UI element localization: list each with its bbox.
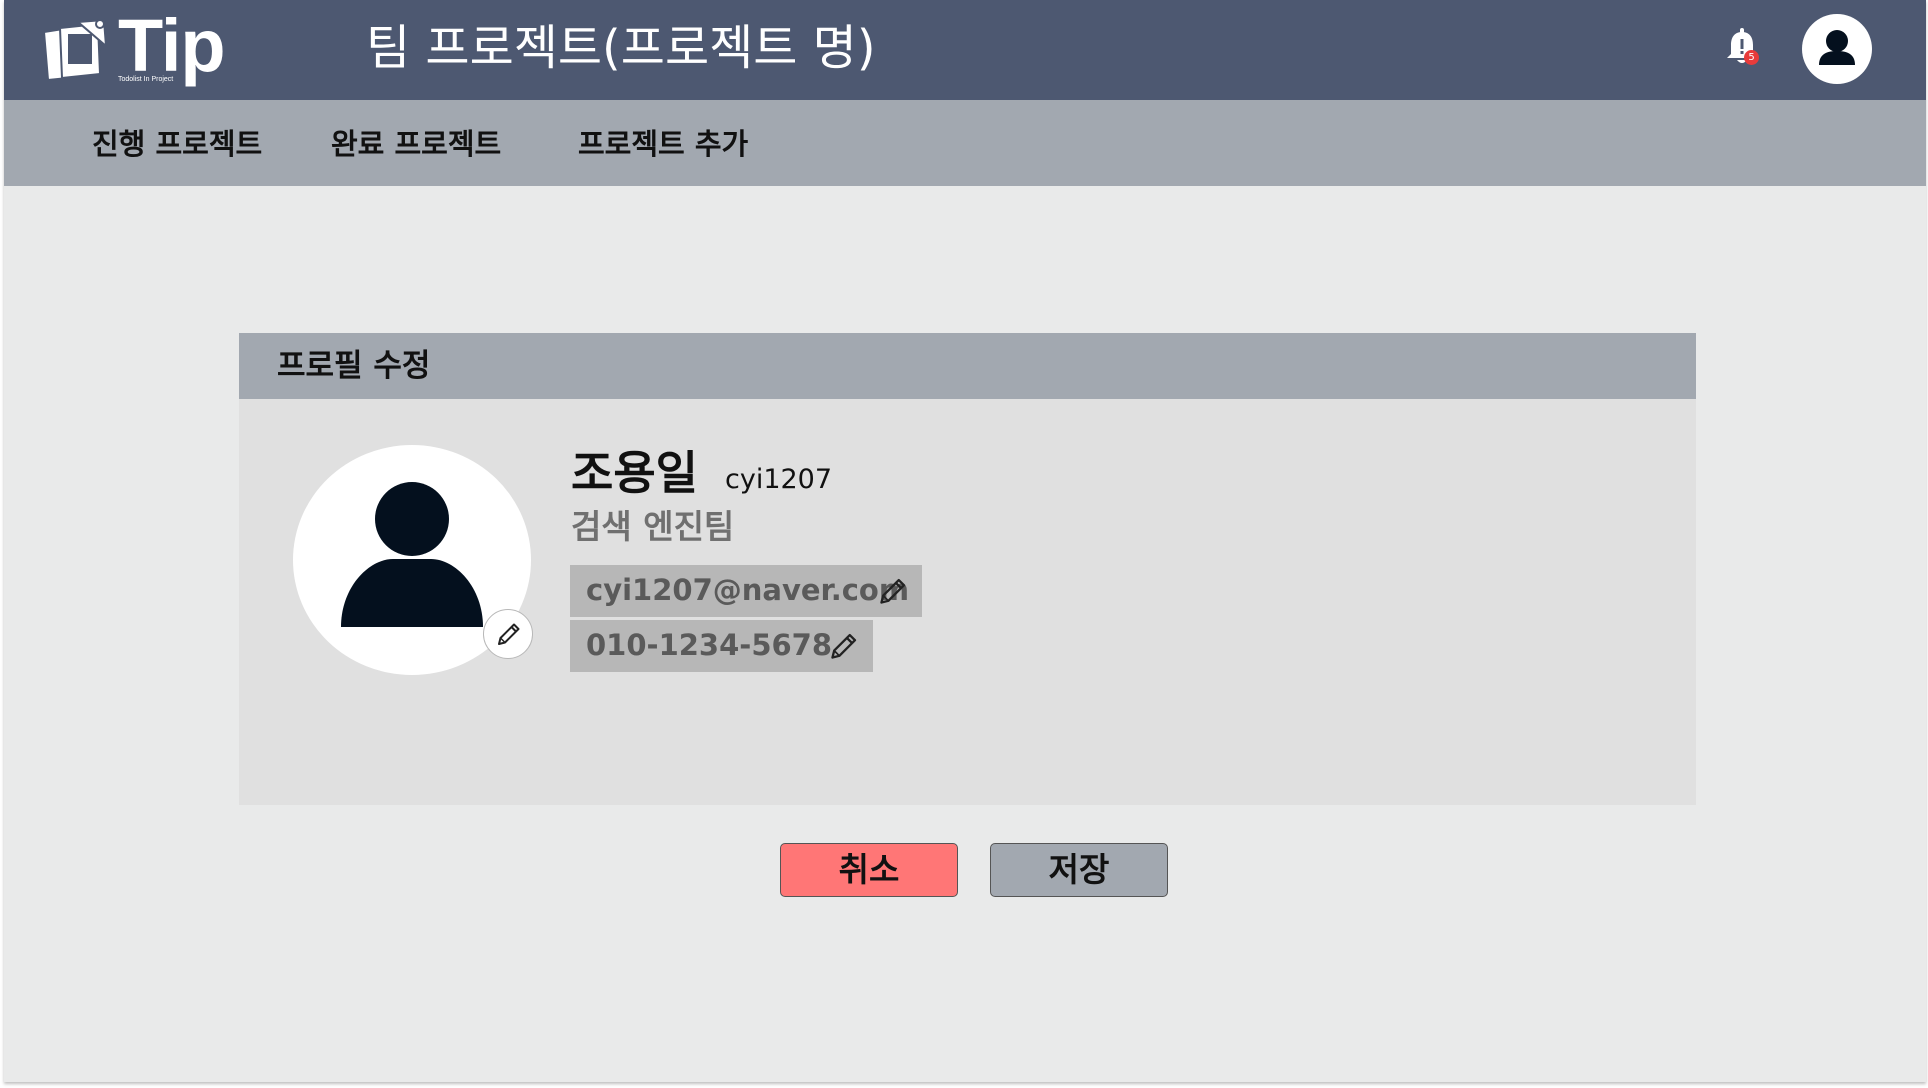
page-title: 팀 프로젝트(프로젝트 명): [366, 20, 876, 76]
user-avatar-icon: [1819, 30, 1855, 65]
user-team: 검색 엔진팀: [571, 507, 735, 546]
profile-edit-card: 프로필 수정 조용일 cyi1207 검색 엔진팀 cyi1207@naver.…: [239, 333, 1696, 805]
notification-button[interactable]: 5: [1722, 26, 1762, 70]
pencil-icon: [498, 623, 520, 645]
nav-item-completed-projects[interactable]: 완료 프로젝트: [331, 124, 501, 164]
notification-badge: 5: [1744, 50, 1759, 65]
email-value: cyi1207@naver.com: [586, 573, 910, 607]
nav-item-add-project[interactable]: 프로젝트 추가: [578, 124, 748, 164]
phone-field[interactable]: 010-1234-5678: [570, 620, 873, 672]
email-field[interactable]: cyi1207@naver.com: [570, 565, 922, 617]
phone-value: 010-1234-5678: [586, 628, 833, 662]
user-name: 조용일: [571, 446, 698, 500]
card-header: 프로필 수정: [239, 333, 1696, 399]
notes-logo-icon: [42, 18, 108, 82]
pencil-icon: [880, 578, 906, 604]
nav-item-ongoing-projects[interactable]: 진행 프로젝트: [92, 124, 262, 164]
save-button[interactable]: 저장: [990, 843, 1168, 897]
user-id: cyi1207: [725, 464, 833, 495]
top-header: Tip Todolist In Project 팀 프로젝트(프로젝트 명) 5: [4, 0, 1926, 100]
main-nav: 진행 프로젝트 완료 프로젝트 프로젝트 추가: [4, 100, 1926, 186]
pencil-icon: [831, 633, 857, 659]
edit-phone-button[interactable]: [829, 631, 859, 661]
edit-photo-button[interactable]: [483, 609, 533, 659]
account-avatar-button[interactable]: [1802, 14, 1872, 84]
section-title: 프로필 수정: [277, 348, 431, 384]
app-window: Tip Todolist In Project 팀 프로젝트(프로젝트 명) 5…: [4, 0, 1926, 1082]
app-logo[interactable]: Tip Todolist In Project: [38, 6, 238, 88]
logo-text: Tip: [118, 4, 226, 87]
cancel-button[interactable]: 취소: [780, 843, 958, 897]
logo-subtitle: Todolist In Project: [118, 76, 174, 83]
edit-email-button[interactable]: [878, 576, 908, 606]
